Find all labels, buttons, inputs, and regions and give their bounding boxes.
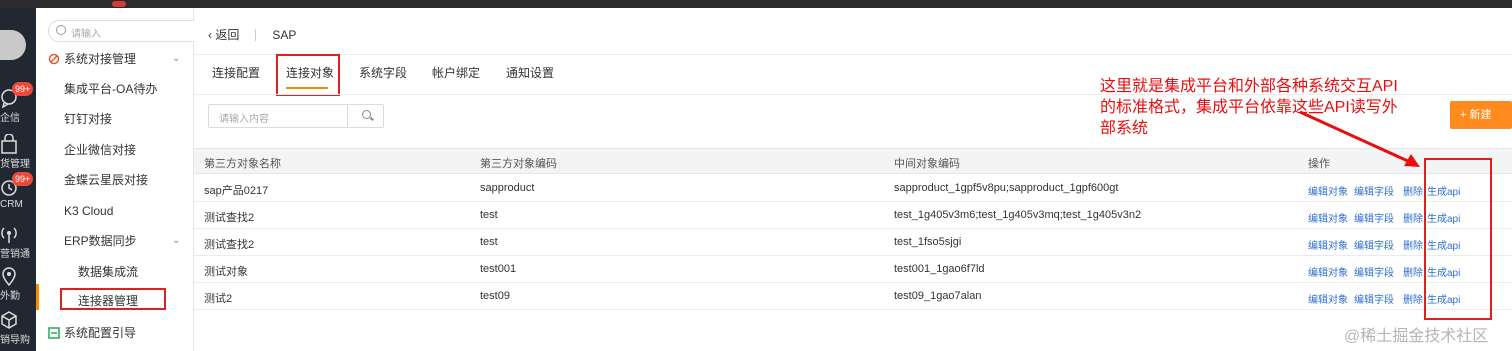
annotation-arrow: [1299, 110, 1420, 167]
